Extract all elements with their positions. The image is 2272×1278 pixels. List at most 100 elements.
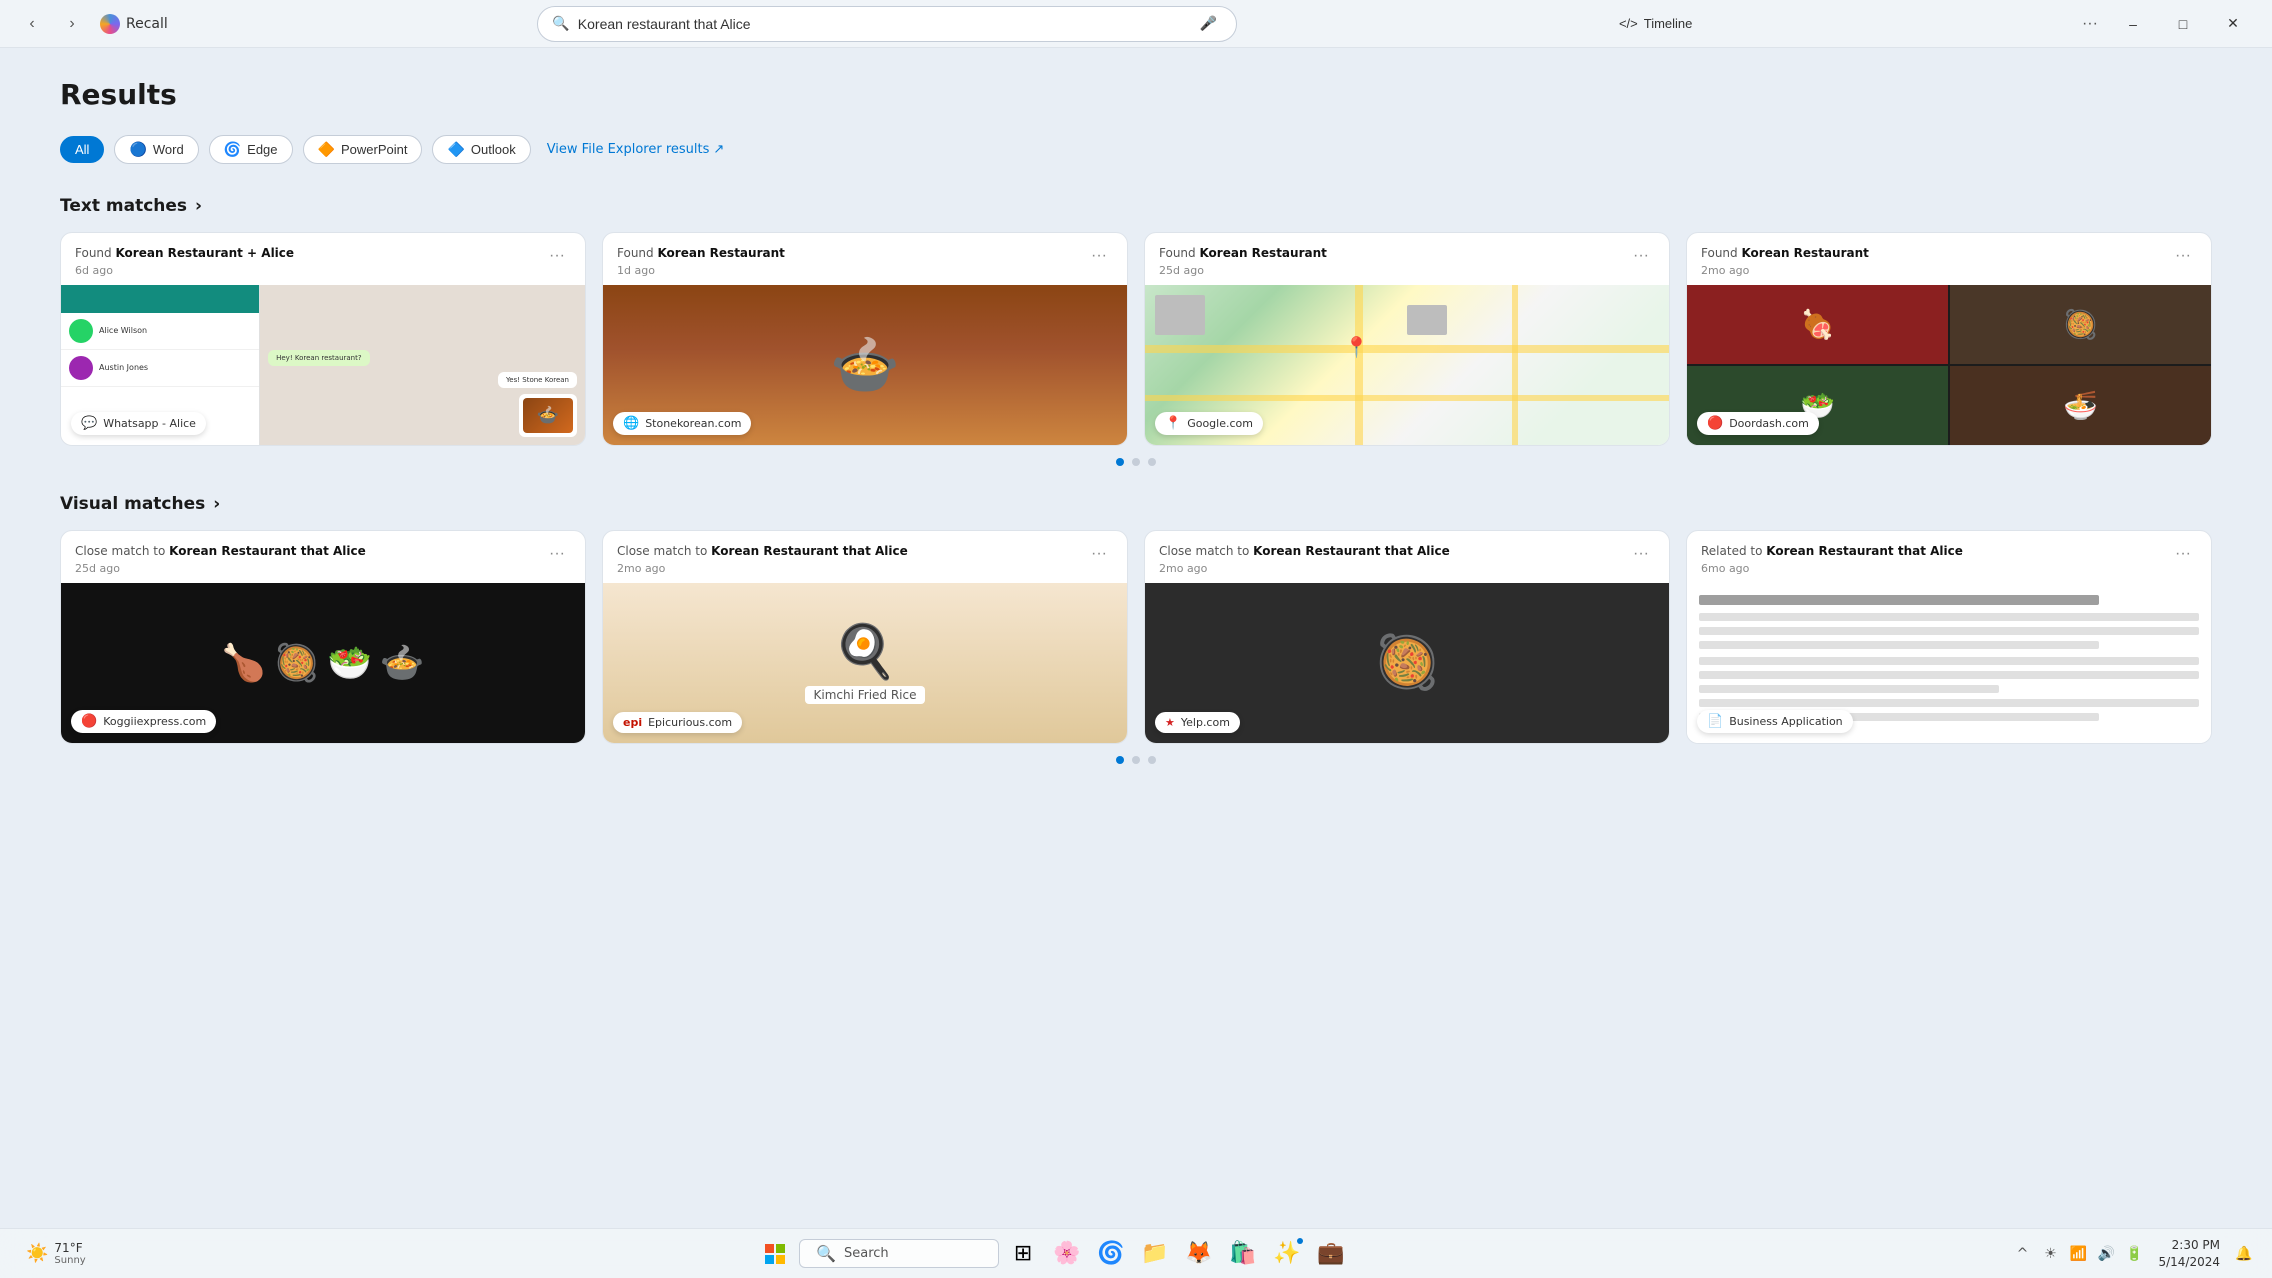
text-matches-header[interactable]: Text matches › bbox=[60, 196, 2212, 216]
system-clock[interactable]: 2:30 PM 5/14/2024 bbox=[2150, 1237, 2228, 1271]
search-bar[interactable]: 🔍 🎤 bbox=[537, 6, 1237, 42]
back-button[interactable]: ‹ bbox=[16, 8, 48, 40]
chevron-up-tray[interactable]: ^ bbox=[2010, 1242, 2034, 1266]
visual-match-card-2[interactable]: Close match to Korean Restaurant that Al… bbox=[602, 530, 1128, 744]
vcard-4-more-button[interactable]: ··· bbox=[2169, 543, 2197, 565]
vcard-1-prefix: Close match to bbox=[75, 544, 169, 558]
visual-matches-header[interactable]: Visual matches › bbox=[60, 494, 2212, 514]
wa-bubble-recv-1: Hey! Korean restaurant? bbox=[268, 350, 369, 366]
vcard-3-time: 2mo ago bbox=[1159, 562, 1450, 575]
vdot-3 bbox=[1148, 756, 1156, 764]
vcard-3-found-text: Close match to Korean Restaurant that Al… bbox=[1159, 543, 1450, 560]
filter-all[interactable]: All bbox=[60, 136, 104, 163]
file-explorer-link[interactable]: View File Explorer results ↗ bbox=[547, 142, 725, 157]
card-4-more-button[interactable]: ··· bbox=[2169, 245, 2197, 267]
map-street-h2 bbox=[1145, 395, 1669, 401]
vcard-4-image-container: 📄 Business Application bbox=[1687, 583, 2211, 743]
text-match-card-4[interactable]: Found Korean Restaurant 2mo ago ··· 🍖 🥘 … bbox=[1686, 232, 2212, 446]
wa-img-inner: 🍲 bbox=[523, 398, 573, 433]
vcard-1-source-badge: 🔴 Koggiiexpress.com bbox=[71, 710, 216, 733]
weather-widget[interactable]: ☀️ 71°F Sunny bbox=[16, 1237, 96, 1270]
vdot-2 bbox=[1132, 756, 1140, 764]
vcard-1-more-button[interactable]: ··· bbox=[543, 543, 571, 565]
taskbar: ☀️ 71°F Sunny 🔍 Search ⊞ 🌸 bbox=[0, 1228, 2272, 1278]
close-button[interactable]: ✕ bbox=[2210, 8, 2256, 40]
recall-taskbar-button[interactable]: ✨ bbox=[1267, 1234, 1307, 1274]
card-2-more-button[interactable]: ··· bbox=[1085, 245, 1113, 267]
card-3-time: 25d ago bbox=[1159, 264, 1327, 277]
card-1-more-button[interactable]: ··· bbox=[543, 245, 571, 267]
weather-icon: ☀️ bbox=[26, 1243, 48, 1264]
brightness-tray-icon[interactable]: ☀ bbox=[2038, 1242, 2062, 1266]
microphone-button[interactable]: 🎤 bbox=[1194, 10, 1222, 38]
card-4-info: Found Korean Restaurant 2mo ago bbox=[1701, 245, 1869, 277]
network-tray-icon[interactable]: 📶 bbox=[2066, 1242, 2090, 1266]
card-4-found-text: Found Korean Restaurant bbox=[1701, 245, 1869, 262]
weather-info: 71°F Sunny bbox=[54, 1241, 85, 1266]
weather-temp: 71°F bbox=[54, 1241, 85, 1255]
text-match-card-3[interactable]: Found Korean Restaurant 25d ago ··· bbox=[1144, 232, 1670, 446]
card-4-source-badge: 🔴 Doordash.com bbox=[1697, 412, 1819, 435]
minimize-button[interactable]: – bbox=[2110, 8, 2156, 40]
doc-line-1 bbox=[1699, 613, 2199, 621]
visual-matches-grid: Close match to Korean Restaurant that Al… bbox=[60, 530, 2212, 744]
vcard-3-info: Close match to Korean Restaurant that Al… bbox=[1159, 543, 1450, 575]
teams-taskbar-button[interactable]: 💼 bbox=[1311, 1234, 1351, 1274]
filter-edge[interactable]: 🌀 Edge bbox=[209, 135, 293, 164]
doordash-source-icon: 🔴 bbox=[1707, 416, 1723, 431]
filter-word[interactable]: 🔵 Word bbox=[114, 135, 198, 164]
card-4-header: Found Korean Restaurant 2mo ago ··· bbox=[1687, 233, 2211, 285]
widgets-button[interactable]: 🌸 bbox=[1047, 1234, 1087, 1274]
vcard-1-found-text: Close match to Korean Restaurant that Al… bbox=[75, 543, 366, 560]
vcard-4-header: Related to Korean Restaurant that Alice … bbox=[1687, 531, 2211, 583]
taskbar-search-box[interactable]: 🔍 Search bbox=[799, 1239, 999, 1268]
card-3-source-badge: 📍 Google.com bbox=[1155, 412, 1263, 435]
card-1-found-text: Found Korean Restaurant + Alice bbox=[75, 245, 294, 262]
card-3-more-button[interactable]: ··· bbox=[1627, 245, 1655, 267]
maximize-button[interactable]: □ bbox=[2160, 8, 2206, 40]
card-3-info: Found Korean Restaurant 25d ago bbox=[1159, 245, 1327, 277]
food-cell-2: 🥘 bbox=[1950, 285, 2211, 364]
visual-match-card-1[interactable]: Close match to Korean Restaurant that Al… bbox=[60, 530, 586, 744]
task-view-button[interactable]: ⊞ bbox=[1003, 1234, 1043, 1274]
card-1-source: Whatsapp - Alice bbox=[103, 417, 196, 430]
vcard-1-info: Close match to Korean Restaurant that Al… bbox=[75, 543, 366, 575]
filter-bar: All 🔵 Word 🌀 Edge 🔶 PowerPoint 🔷 Outlook… bbox=[60, 135, 2212, 164]
widgets-icon: 🌸 bbox=[1053, 1241, 1080, 1266]
page-title: Results bbox=[60, 78, 2212, 111]
vcard-4-time: 6mo ago bbox=[1701, 562, 1963, 575]
edge-taskbar-button[interactable]: 🌀 bbox=[1091, 1234, 1131, 1274]
firefox-taskbar-icon: 🦊 bbox=[1185, 1241, 1212, 1266]
volume-tray-icon[interactable]: 🔊 bbox=[2094, 1242, 2118, 1266]
vcard-3-source-badge: ★ Yelp.com bbox=[1155, 712, 1240, 733]
clock-date: 5/14/2024 bbox=[2158, 1254, 2220, 1271]
search-icon: 🔍 bbox=[552, 16, 569, 32]
start-button[interactable] bbox=[755, 1234, 795, 1274]
notification-bell-icon[interactable]: 🔔 bbox=[2232, 1242, 2256, 1266]
more-options-button[interactable]: ··· bbox=[2074, 8, 2106, 40]
vcard-3-more-button[interactable]: ··· bbox=[1627, 543, 1655, 565]
food-cell-1: 🍖 bbox=[1687, 285, 1948, 364]
visual-match-card-3[interactable]: Close match to Korean Restaurant that Al… bbox=[1144, 530, 1670, 744]
filter-powerpoint[interactable]: 🔶 PowerPoint bbox=[303, 135, 423, 164]
map-street-v2 bbox=[1512, 285, 1518, 445]
vcard-2-more-button[interactable]: ··· bbox=[1085, 543, 1113, 565]
filter-outlook[interactable]: 🔷 Outlook bbox=[432, 135, 530, 164]
text-match-card-1[interactable]: Found Korean Restaurant + Alice 6d ago ·… bbox=[60, 232, 586, 446]
store-taskbar-button[interactable]: 🛍️ bbox=[1223, 1234, 1263, 1274]
vcard-4-source-badge: 📄 Business Application bbox=[1697, 710, 1853, 733]
battery-tray-icon[interactable]: 🔋 bbox=[2122, 1242, 2146, 1266]
clock-time: 2:30 PM bbox=[2158, 1237, 2220, 1254]
timeline-button[interactable]: </> Timeline bbox=[1607, 10, 1704, 37]
text-match-card-2[interactable]: Found Korean Restaurant 1d ago ··· 🌐 Sto… bbox=[602, 232, 1128, 446]
firefox-taskbar-button[interactable]: 🦊 bbox=[1179, 1234, 1219, 1274]
vcard-3-source: Yelp.com bbox=[1181, 716, 1230, 729]
search-input[interactable] bbox=[578, 16, 1187, 32]
visual-match-card-4[interactable]: Related to Korean Restaurant that Alice … bbox=[1686, 530, 2212, 744]
task-view-icon: ⊞ bbox=[1014, 1241, 1032, 1266]
vcard-2-info: Close match to Korean Restaurant that Al… bbox=[617, 543, 908, 575]
map-building-2 bbox=[1407, 305, 1447, 335]
forward-button[interactable]: › bbox=[56, 8, 88, 40]
outlook-icon: 🔷 bbox=[447, 141, 464, 158]
explorer-taskbar-button[interactable]: 📁 bbox=[1135, 1234, 1175, 1274]
